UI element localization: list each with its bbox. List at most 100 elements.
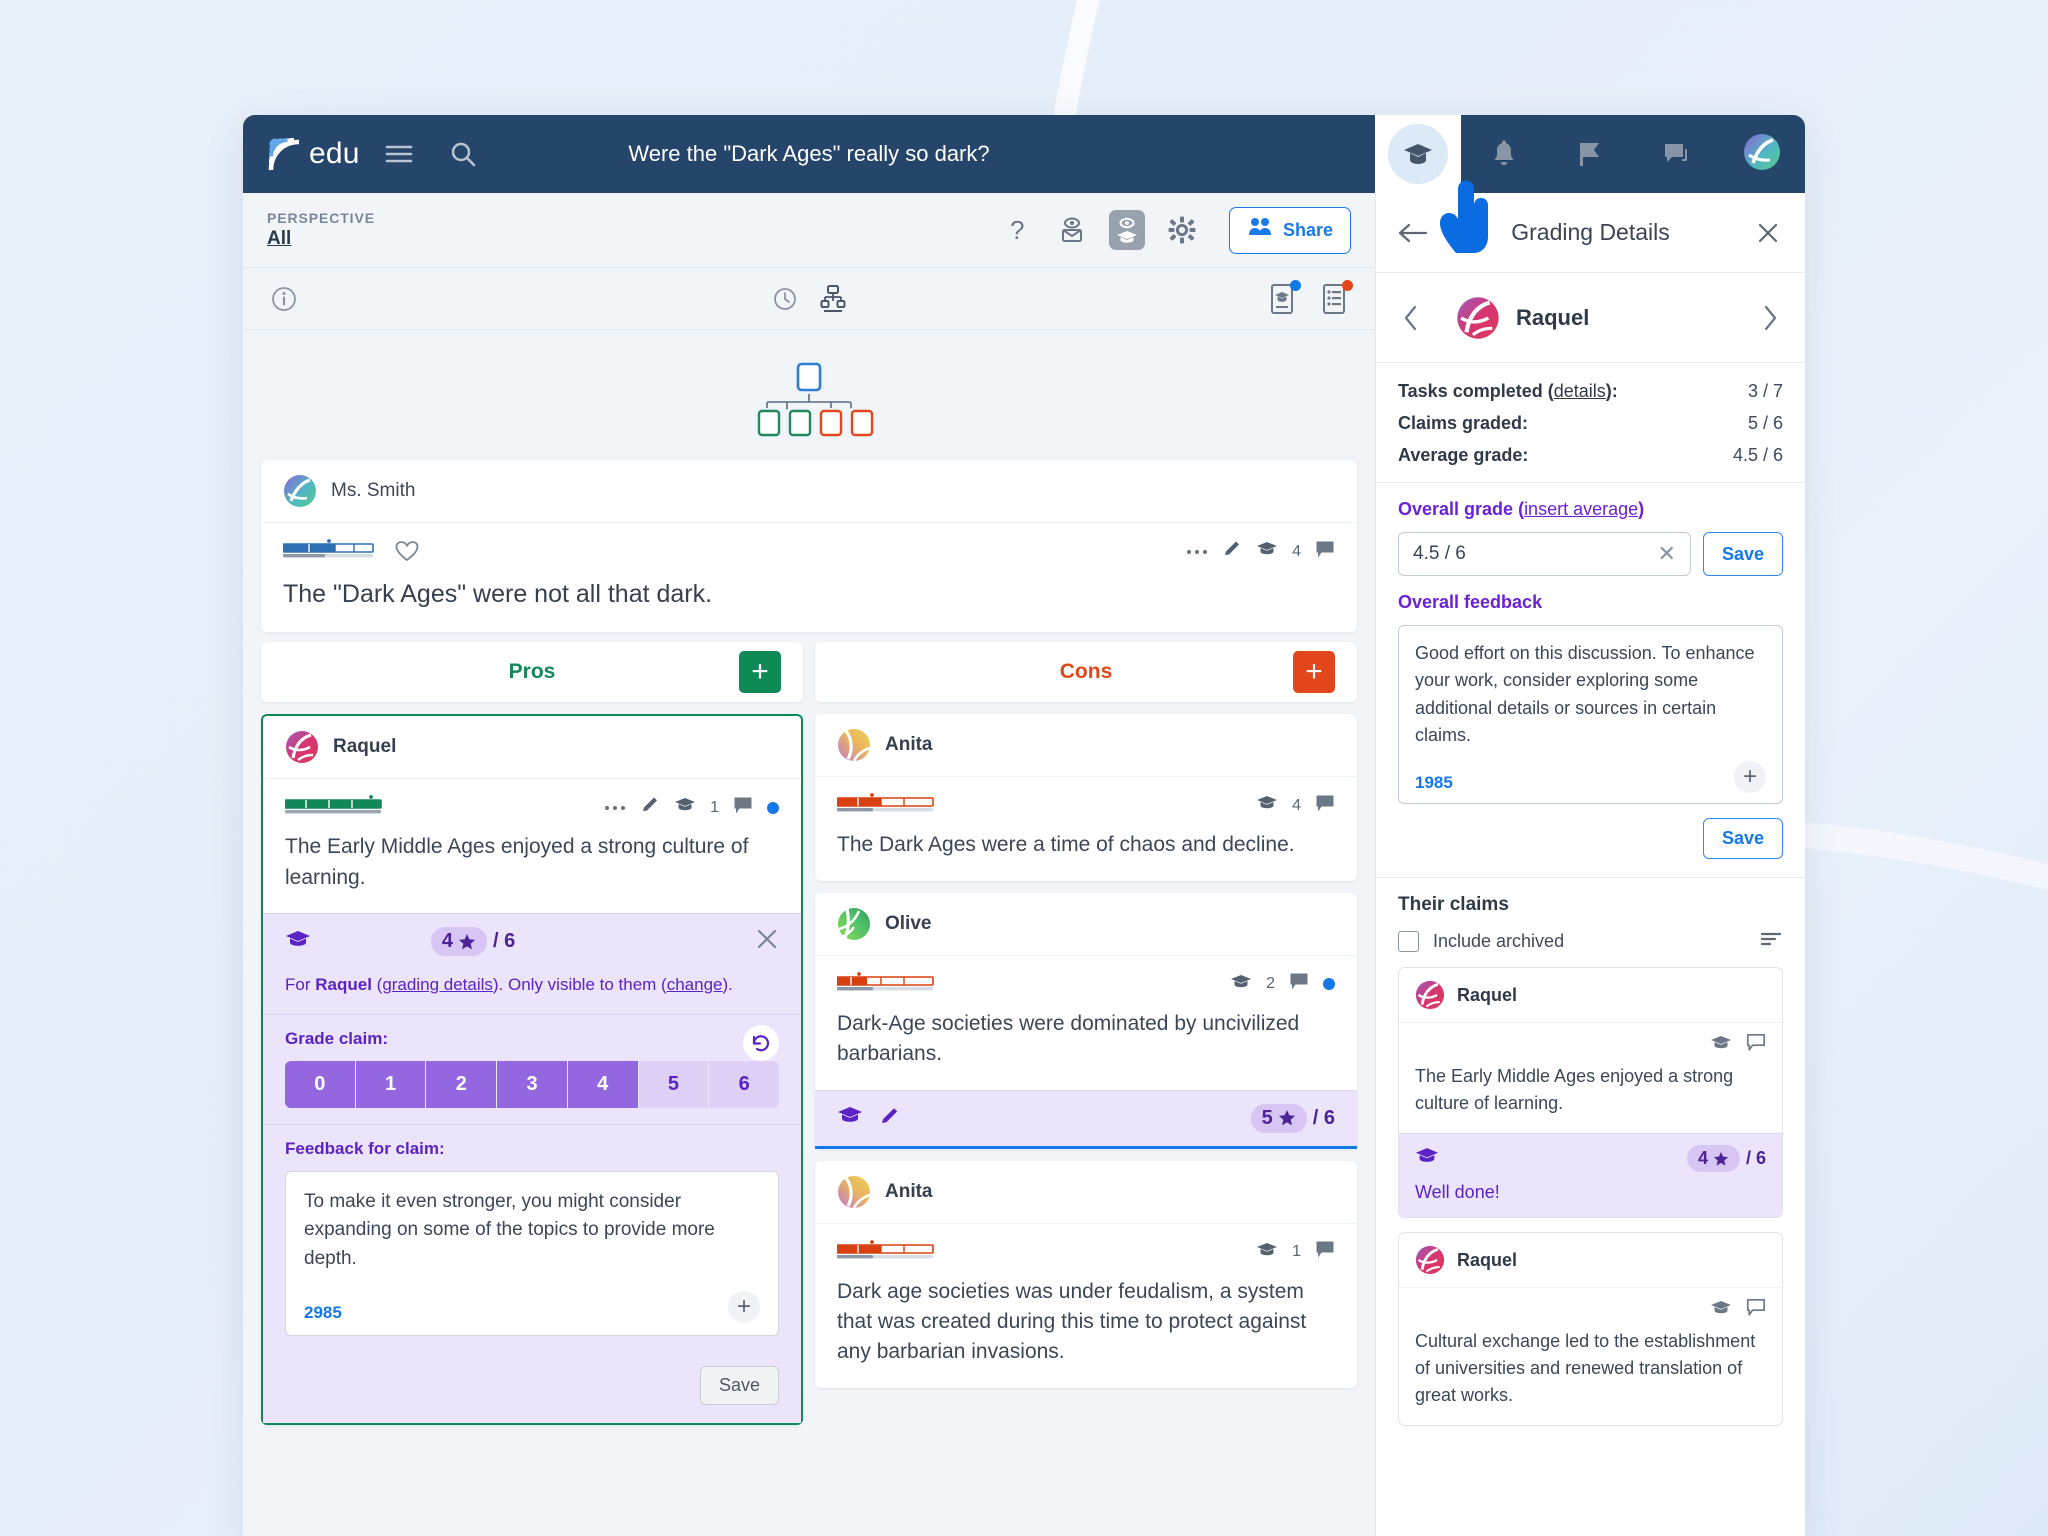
grade-option-2[interactable]: 2 xyxy=(426,1060,498,1108)
insert-average-link[interactable]: insert average xyxy=(1524,499,1638,519)
vote-sparkline[interactable] xyxy=(284,795,390,820)
sort-icon[interactable] xyxy=(1759,930,1783,953)
discussion-minimap[interactable] xyxy=(243,330,1375,460)
flag-icon[interactable] xyxy=(1547,115,1633,193)
more-options-icon[interactable] xyxy=(604,799,626,817)
grade-option-4[interactable]: 4 xyxy=(567,1060,639,1108)
their-claim-card[interactable]: Raquel xyxy=(1398,967,1783,1219)
reset-arrow-icon[interactable] xyxy=(743,1024,779,1061)
edit-pencil-icon[interactable] xyxy=(1222,539,1242,564)
close-icon[interactable] xyxy=(755,927,779,956)
clear-x-icon[interactable]: ✕ xyxy=(1658,541,1676,567)
graduation-cap-icon[interactable] xyxy=(1256,794,1278,817)
their-claim-card[interactable]: Raquel xyxy=(1398,1232,1783,1427)
claim-header: Anita xyxy=(815,1161,1357,1224)
edit-pencil-icon[interactable] xyxy=(640,795,660,820)
share-button[interactable]: Share xyxy=(1228,206,1351,254)
comment-icon[interactable] xyxy=(1746,1298,1766,1322)
graduation-cap-icon[interactable] xyxy=(1375,115,1461,193)
root-claim-card[interactable]: Ms. Smith 4 The "Dark Ages" were not all… xyxy=(261,460,1357,633)
grade-max: / 6 xyxy=(493,930,516,953)
chevron-left-icon[interactable] xyxy=(1396,305,1426,331)
task-list-icon[interactable] xyxy=(1317,279,1353,316)
app-logo-text: edu xyxy=(309,137,360,170)
bell-icon[interactable] xyxy=(1461,115,1547,193)
claim-header: Raquel xyxy=(263,716,801,780)
stat-tasks-completed: Tasks completed (details): 3 / 7 xyxy=(1398,381,1783,401)
comment-icon[interactable] xyxy=(733,796,753,820)
share-button-label: Share xyxy=(1282,219,1333,240)
grade-scale[interactable]: 0 1 2 3 4 5 6 xyxy=(285,1060,779,1108)
save-overall-feedback-button[interactable]: Save xyxy=(1702,818,1783,860)
grade-option-6[interactable]: 6 xyxy=(709,1060,779,1108)
con-claim-card[interactable]: Olive 2 Dark-Age societies were dominate… xyxy=(815,892,1357,1149)
chevron-right-icon[interactable] xyxy=(1755,305,1785,331)
graduation-cap-icon[interactable] xyxy=(1230,973,1252,996)
vote-sparkline[interactable] xyxy=(282,539,383,564)
info-circle-icon[interactable] xyxy=(267,282,301,316)
claim-header: Olive xyxy=(815,893,1357,956)
save-claim-grade-button[interactable]: Save xyxy=(699,1366,779,1406)
overall-grade-input[interactable]: 4.5 / 6 ✕ xyxy=(1398,532,1691,576)
graduation-cap-icon[interactable] xyxy=(674,796,696,819)
plus-icon[interactable]: + xyxy=(1734,761,1766,794)
grading-document-icon[interactable] xyxy=(1265,279,1301,316)
graduation-cap-icon[interactable] xyxy=(1256,1241,1278,1264)
user-avatar[interactable] xyxy=(1719,115,1805,193)
feedback-textarea[interactable]: To make it even stronger, you might cons… xyxy=(285,1170,779,1337)
author-name: Raquel xyxy=(1457,984,1518,1005)
vote-sparkline[interactable] xyxy=(836,793,942,818)
vote-sparkline[interactable] xyxy=(836,971,942,997)
more-options-icon[interactable] xyxy=(1186,543,1208,561)
back-arrow-icon[interactable] xyxy=(1398,222,1428,244)
tree-view-icon[interactable] xyxy=(816,282,850,316)
add-pro-button[interactable]: + xyxy=(739,651,781,694)
chat-bubble-icon[interactable] xyxy=(1633,115,1719,193)
cons-header: Cons + xyxy=(815,642,1357,703)
graduation-cap-icon[interactable] xyxy=(837,1105,863,1131)
inbox-eye-icon[interactable] xyxy=(1055,213,1089,247)
plus-icon[interactable]: + xyxy=(728,1291,760,1324)
graduation-cap-icon[interactable] xyxy=(1710,1299,1732,1322)
con-claim-card[interactable]: Anita xyxy=(815,714,1357,881)
add-con-button[interactable]: + xyxy=(1293,651,1335,694)
comment-icon[interactable] xyxy=(1289,972,1309,996)
include-archived-label: Include archived xyxy=(1433,931,1565,952)
tasks-details-link[interactable]: details xyxy=(1554,381,1606,401)
grade-option-3[interactable]: 3 xyxy=(497,1060,568,1108)
vote-sparkline[interactable] xyxy=(836,1239,942,1265)
grade-option-1[interactable]: 1 xyxy=(355,1060,427,1108)
app-logo[interactable]: edu xyxy=(265,134,360,174)
graduation-cap-icon[interactable] xyxy=(1710,1034,1732,1057)
pro-claim-card[interactable]: Raquel 1 The Early Middle Ages enjoyed a… xyxy=(261,714,803,1426)
comment-icon[interactable] xyxy=(1746,1033,1766,1057)
heart-icon[interactable] xyxy=(395,540,419,564)
comment-icon[interactable] xyxy=(1315,540,1335,564)
grade-option-5[interactable]: 5 xyxy=(638,1060,710,1108)
con-claim-card[interactable]: Anita xyxy=(815,1160,1357,1388)
close-icon[interactable] xyxy=(1753,221,1783,245)
comment-icon[interactable] xyxy=(1315,794,1335,818)
overall-feedback-textarea[interactable]: Good effort on this discussion. To enhan… xyxy=(1398,625,1783,805)
stat-label: Claims graded: xyxy=(1398,413,1529,433)
grading-details-link[interactable]: grading details xyxy=(382,975,493,994)
claim-grade-strip[interactable]: 5 / 6 xyxy=(815,1089,1357,1149)
edit-pencil-icon[interactable] xyxy=(879,1105,901,1132)
pros-title: Pros xyxy=(508,660,556,684)
student-name: Raquel xyxy=(1516,304,1590,330)
comment-icon[interactable] xyxy=(1315,1240,1335,1264)
save-overall-grade-button[interactable]: Save xyxy=(1702,532,1783,576)
hamburger-menu-icon[interactable] xyxy=(374,129,424,179)
grade-option-0[interactable]: 0 xyxy=(285,1060,356,1108)
gear-icon[interactable] xyxy=(1165,213,1199,247)
graduation-cap-icon[interactable] xyxy=(1256,540,1278,563)
history-clock-icon[interactable] xyxy=(768,282,802,316)
include-archived-checkbox[interactable] xyxy=(1398,931,1419,953)
question-mark-icon[interactable]: ? xyxy=(1001,213,1035,247)
comment-count: 2 xyxy=(1266,975,1275,993)
perspective-value[interactable]: All xyxy=(267,228,375,251)
app-window: edu Were the "Dark Ages" really so dark? xyxy=(243,115,1805,1536)
search-icon[interactable] xyxy=(438,129,488,179)
teacher-view-icon[interactable] xyxy=(1108,210,1145,250)
change-visibility-link[interactable]: change xyxy=(667,975,723,994)
